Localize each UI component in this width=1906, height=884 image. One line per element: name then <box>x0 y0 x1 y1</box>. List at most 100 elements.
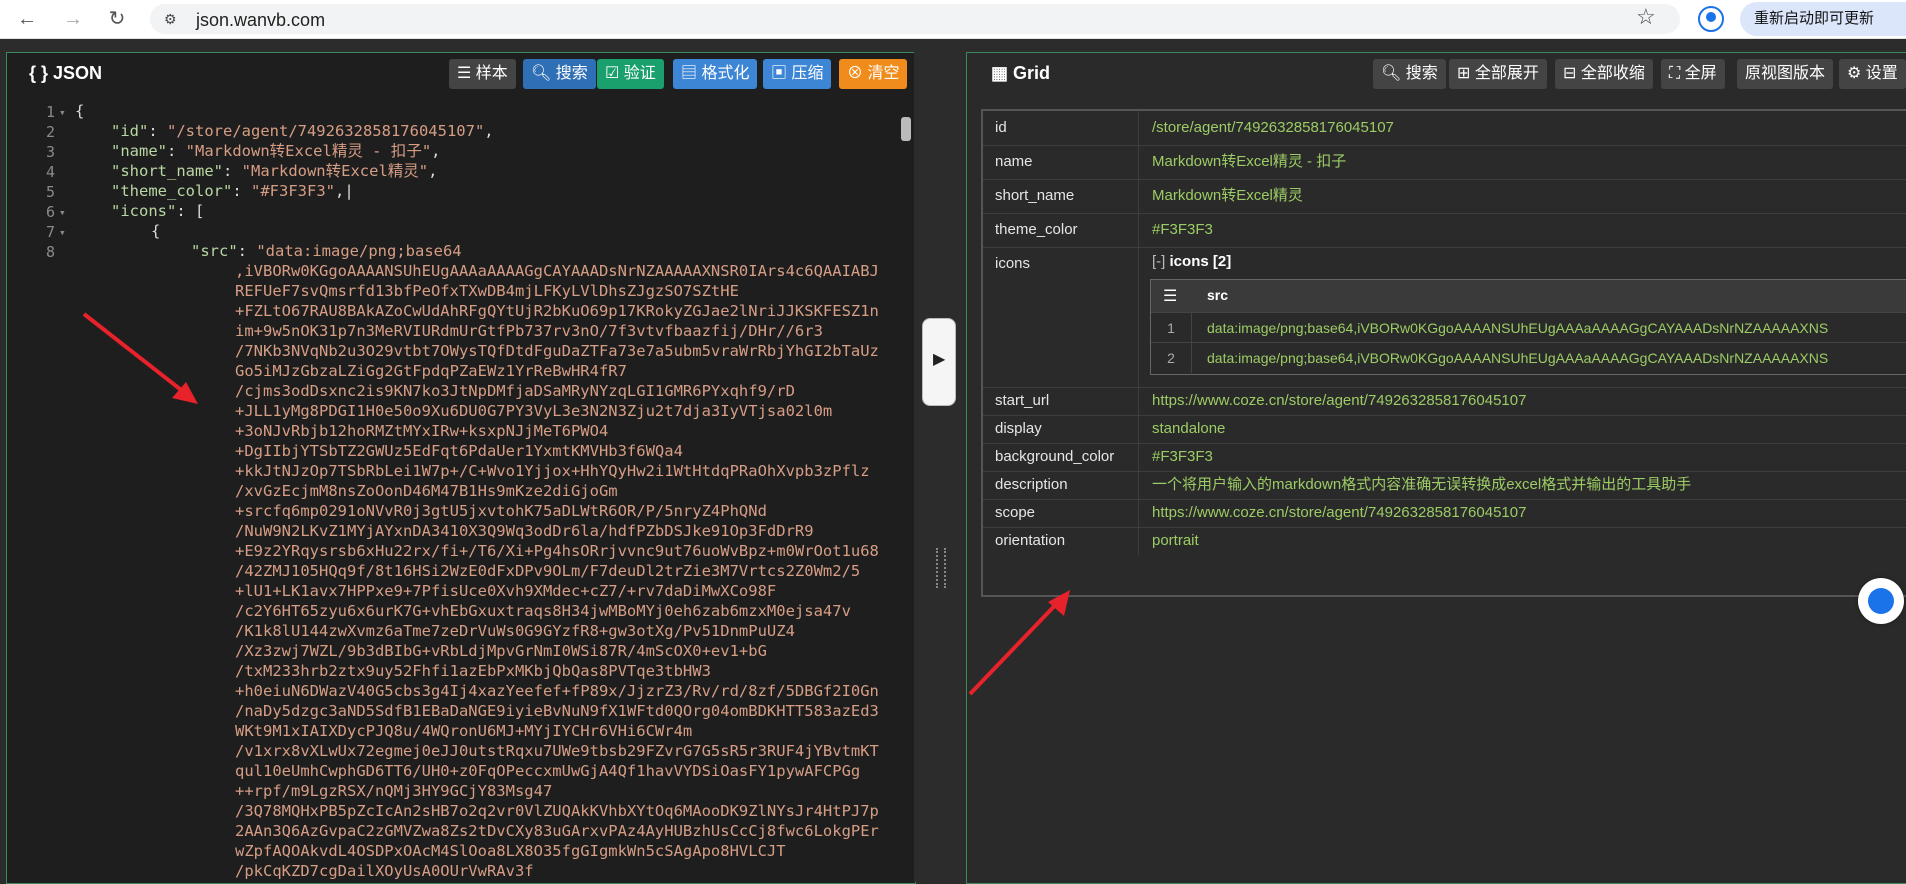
menu-icon[interactable]: ☰ <box>1163 286 1177 306</box>
bookmark-star-icon[interactable]: ☆ <box>1636 4 1656 30</box>
base64-line: /7NKb3NVqNb2u3O29vtbt7OWysTQfDtdFguDaZTF… <box>235 342 879 360</box>
grid-value[interactable]: Markdown转Excel精灵 - 扣子 <box>1140 145 1906 179</box>
grid-title-label: Grid <box>1013 63 1051 83</box>
forward-icon[interactable]: → <box>60 6 86 32</box>
minus-square-icon: ⊟ <box>1563 65 1581 82</box>
fold-chevron-icon[interactable]: ▾ <box>59 226 66 239</box>
icons-array-header[interactable]: [-] icons [2] <box>1152 253 1231 270</box>
grid-row-name[interactable]: name Markdown转Excel精灵 - 扣子 <box>983 145 1906 180</box>
base64-line: +FZLtO67RAU8BAkAZoCwUdAhRFgQYtUjR2bKuO69… <box>235 302 879 320</box>
clear-button[interactable]: ⊗ 清空 <box>839 59 908 89</box>
back-icon[interactable]: ← <box>14 6 40 32</box>
grid-row-orientation[interactable]: orientation portrait <box>983 527 1906 555</box>
grid-row-background-color[interactable]: background_color #F3F3F3 <box>983 443 1906 472</box>
grid-value[interactable]: #F3F3F3 <box>1140 213 1906 247</box>
code-line-5: "theme_color": "#F3F3F3",| <box>111 182 354 200</box>
editor-scrollbar[interactable] <box>899 97 913 883</box>
base64-line: +DgIIbjYTSbTZ2GWUz5EdFqt6PdaUer1YxmtKMVH… <box>235 442 683 460</box>
reload-icon[interactable]: ↻ <box>104 6 130 32</box>
site-info-icon[interactable]: ⚙ <box>164 11 180 27</box>
collapse-all-button[interactable]: ⊟ 全部收缩 <box>1555 59 1653 89</box>
collapse-toggle[interactable]: [-] <box>1152 253 1165 270</box>
grid-value[interactable]: https://www.coze.cn/store/agent/74926328… <box>1140 387 1906 415</box>
grid-value-icons: [-] icons [2] ☰ src 1 data:image/png;bas… <box>1140 247 1906 387</box>
grid-row-description[interactable]: description 一个将用户输入的markdown格式内容准确无误转换成e… <box>983 471 1906 500</box>
clear-icon: ⊗ <box>847 65 868 82</box>
format-icon: ▤ <box>681 65 702 82</box>
grid-key: start_url <box>983 387 1139 415</box>
code-line-6: "icons": [ <box>111 202 205 220</box>
raw-view-label: 原视图版本 <box>1745 65 1826 82</box>
icons-subtable-row[interactable]: 1 data:image/png;base64,iVBORw0KGgoAAAAN… <box>1151 312 1906 343</box>
base64-line: im+9w5nOK31p7n3MeRVIURdmUrGtfPb737rv3nO/… <box>235 322 823 340</box>
base64-line: Go5iMJzGbzaLZiGg2GtFpdqPZaEWz1YrReBwHR4f… <box>235 362 627 380</box>
grid-row-short-name[interactable]: short_name Markdown转Excel精灵 <box>983 179 1906 214</box>
compress-label: 压缩 <box>791 65 824 82</box>
grid-value[interactable]: https://www.coze.cn/store/agent/74926328… <box>1140 499 1906 527</box>
grid-row-theme-color[interactable]: theme_color #F3F3F3 <box>983 213 1906 248</box>
validate-label: 验证 <box>623 65 656 82</box>
expand-all-button[interactable]: ⊞ 全部展开 <box>1449 59 1547 89</box>
search-button[interactable]: 🔍︎ 搜索 <box>523 59 596 89</box>
fullscreen-icon: ⛶ <box>1669 65 1685 82</box>
url-text[interactable]: json.wanvb.com <box>196 10 325 31</box>
transfer-button[interactable]: ▶ <box>922 318 956 406</box>
grid-key: description <box>983 471 1139 499</box>
base64-line: /3Q78MQHxPB5pZcIcAn2sHB7o2q2vr0VlZUQAkKV… <box>235 802 879 820</box>
grid-value[interactable]: standalone <box>1140 415 1906 443</box>
clear-label: 清空 <box>867 65 900 82</box>
icons-subtable-row[interactable]: 2 data:image/png;base64,iVBORw0KGgoAAAAN… <box>1151 342 1906 373</box>
line-number: 7 <box>45 223 55 241</box>
profile-icon[interactable] <box>1698 6 1724 32</box>
sample-button[interactable]: ☰ 样本 <box>449 59 516 89</box>
grid-icon: ▦ <box>991 63 1014 83</box>
json-panel-title: { } JSON <box>29 63 103 83</box>
base64-line: +lU1+LK1avx7HPPxe9+7PfisUce0Xvh9XMdec+cZ… <box>235 582 777 600</box>
format-button[interactable]: ▤ 格式化 <box>673 59 758 89</box>
grid-row-scope[interactable]: scope https://www.coze.cn/store/agent/74… <box>983 499 1906 528</box>
floating-assistant-icon[interactable] <box>1858 578 1904 624</box>
grid-key: short_name <box>983 179 1139 213</box>
panel-splitter[interactable]: ▶ <box>914 52 966 882</box>
code-line-7: { <box>151 221 160 241</box>
base64-line: +srcfq6mp0291oNVvR0j3gtU5jxvtohK75aDLWtR… <box>235 502 767 520</box>
line-number: 2 <box>45 123 55 141</box>
grid-value[interactable]: 一个将用户输入的markdown格式内容准确无误转换成excel格式并输出的工具… <box>1140 471 1906 499</box>
column-header-src[interactable]: src <box>1207 287 1228 303</box>
fold-chevron-icon[interactable]: ▾ <box>59 106 66 119</box>
code-line-2: "id": "/store/agent/7492632858176045107"… <box>111 122 494 140</box>
grid-value[interactable]: Markdown转Excel精灵 <box>1140 179 1906 213</box>
code-editor[interactable]: 1 ▾ 2 3 4 5 6 ▾ 7 ▾ 8 { "id": "/store/ag… <box>9 97 913 883</box>
grid-value[interactable]: #F3F3F3 <box>1140 443 1906 471</box>
raw-view-button[interactable]: 原视图版本 <box>1737 59 1834 89</box>
base64-line: wZpfAQOAkvdL4OSDPxOAcM4SlOoa8LX8O35fgGIg… <box>235 842 786 860</box>
editor-scroll-thumb[interactable] <box>901 117 911 141</box>
grid-panel-header: ▦ Grid 🔍︎ 搜索 ⊞ 全部展开 ⊟ 全部收缩 ⛶ 全屏 原视图版本 ⚙ … <box>967 53 1906 95</box>
grid-row-id[interactable]: id /store/agent/7492632858176045107 <box>983 111 1906 146</box>
grid-value[interactable]: portrait <box>1140 527 1906 555</box>
update-button[interactable]: 重新启动即可更新 <box>1740 2 1906 36</box>
row-value[interactable]: data:image/png;base64,iVBORw0KGgoAAAANSU… <box>1207 313 1828 343</box>
base64-line: /NuW9N2LKvZ1MYjAYxnDA3410X3Q9Wq3odDr6la/… <box>235 522 814 540</box>
plus-square-icon: ⊞ <box>1457 65 1475 82</box>
grid-row-display[interactable]: display standalone <box>983 415 1906 444</box>
grid-panel: ▦ Grid 🔍︎ 搜索 ⊞ 全部展开 ⊟ 全部收缩 ⛶ 全屏 原视图版本 ⚙ … <box>966 52 1906 884</box>
address-bar[interactable]: ⚙ json.wanvb.com <box>150 4 1680 34</box>
compress-button[interactable]: ▣ 压缩 <box>763 59 832 89</box>
grid-value[interactable]: /store/agent/7492632858176045107 <box>1140 111 1906 145</box>
drag-grip-icon[interactable] <box>936 548 946 588</box>
grid-search-button[interactable]: 🔍︎ 搜索 <box>1373 59 1446 89</box>
row-value[interactable]: data:image/png;base64,iVBORw0KGgoAAAANSU… <box>1207 343 1828 373</box>
grid-row-icons[interactable]: icons [-] icons [2] ☰ src 1 data:image/p… <box>983 247 1906 388</box>
validate-button[interactable]: ☑ 验证 <box>597 59 664 89</box>
base64-line: ++rpf/m9LgzRSX/nQMj3HY9GCjY83Msg47 <box>235 782 553 800</box>
search-icon: 🔍︎ <box>531 65 556 82</box>
json-key: "theme_color" <box>111 182 233 200</box>
line-gutter: 1 ▾ 2 3 4 5 6 ▾ 7 ▾ 8 <box>9 97 71 883</box>
object-brace: { <box>151 222 161 240</box>
line-number: 4 <box>45 163 55 181</box>
fullscreen-button[interactable]: ⛶ 全屏 <box>1661 59 1725 89</box>
fold-chevron-icon[interactable]: ▾ <box>59 206 66 219</box>
settings-button[interactable]: ⚙ 设置 <box>1839 59 1906 89</box>
grid-row-start-url[interactable]: start_url https://www.coze.cn/store/agen… <box>983 387 1906 416</box>
